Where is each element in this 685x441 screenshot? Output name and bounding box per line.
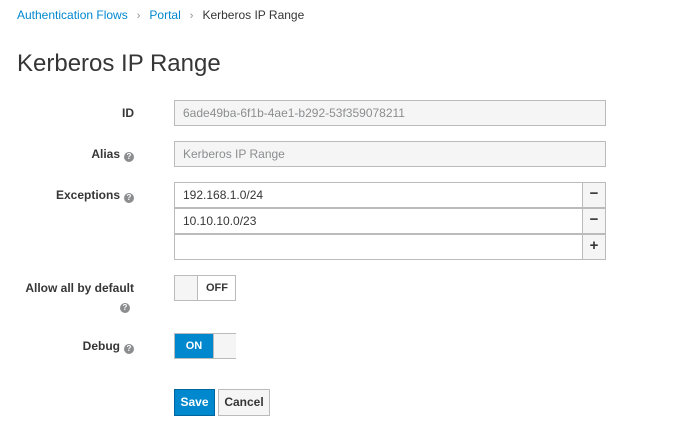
debug-label-text: Debug — [82, 339, 120, 353]
breadcrumb-separator-icon: › — [189, 10, 194, 22]
help-icon[interactable]: ? — [120, 303, 130, 313]
exception-entry: − — [174, 208, 606, 234]
debug-toggle[interactable]: ON — [174, 333, 236, 359]
toggle-knob — [213, 334, 236, 358]
breadcrumb-current: Kerberos IP Range — [202, 8, 305, 22]
remove-exception-button[interactable]: − — [582, 208, 606, 234]
allow-all-toggle[interactable]: OFF — [174, 275, 236, 301]
help-icon[interactable]: ? — [124, 193, 134, 203]
exception-input[interactable] — [174, 182, 583, 208]
cancel-button[interactable]: Cancel — [218, 389, 270, 416]
allow-all-label: Allow all by default — [25, 281, 134, 295]
help-icon[interactable]: ? — [124, 344, 134, 354]
alias-label-text: Alias — [91, 147, 120, 161]
alias-label: Alias? — [91, 147, 134, 162]
remove-exception-button[interactable]: − — [582, 182, 606, 208]
breadcrumb-authentication-flows[interactable]: Authentication Flows — [17, 8, 128, 22]
toggle-state-text: OFF — [206, 282, 228, 294]
alias-field[interactable] — [174, 141, 606, 167]
save-button[interactable]: Save — [174, 389, 215, 416]
exception-entry: − — [174, 182, 606, 208]
toggle-knob — [175, 276, 198, 300]
exceptions-label-text: Exceptions — [55, 188, 120, 202]
breadcrumb-portal[interactable]: Portal — [149, 8, 180, 22]
exception-entry-new: + — [174, 234, 606, 260]
breadcrumb: Authentication Flows › Portal › Kerberos IP … — [17, 8, 304, 24]
id-field[interactable] — [174, 100, 606, 126]
breadcrumb-separator-icon: › — [136, 10, 141, 22]
add-exception-button[interactable]: + — [582, 234, 606, 260]
exception-input-new[interactable] — [174, 234, 583, 260]
exception-input[interactable] — [174, 208, 583, 234]
exceptions-label: Exceptions? — [56, 188, 134, 203]
debug-label: Debug? — [83, 339, 134, 354]
page-title: Kerberos IP Range — [17, 50, 221, 77]
toggle-state-text: ON — [175, 334, 213, 358]
help-icon[interactable]: ? — [124, 152, 134, 162]
id-label: ID — [122, 106, 134, 120]
